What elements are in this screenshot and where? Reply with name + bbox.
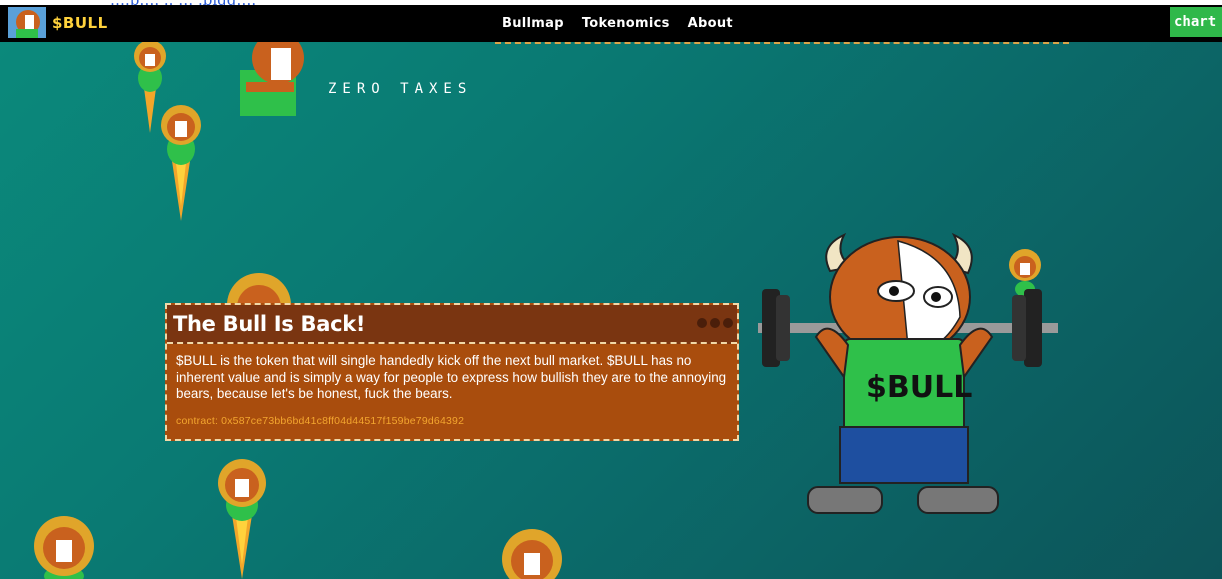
card-header: The Bull Is Back! [167, 305, 737, 344]
nav-link-bullmap[interactable]: Bullmap [502, 16, 564, 31]
rocket-bull-icon [218, 459, 266, 579]
dot-icon [710, 318, 720, 328]
page-background: $BULL ZERO TAXES $BULL Bullmap Tokenomic… [0, 5, 1222, 579]
logo-text: $BULL [52, 13, 108, 32]
chart-button[interactable]: chart [1170, 7, 1222, 37]
bull-weightlifter-illustration: $BULL [758, 232, 1058, 514]
bull-shirt-text: $BULL [866, 370, 972, 405]
info-card: The Bull Is Back! $BULL is the token tha… [165, 303, 739, 441]
bull-logo-icon [8, 7, 46, 38]
rocket-bull-icon [161, 105, 201, 221]
nav-links: Bullmap Tokenomics About [502, 16, 733, 31]
nav-link-tokenomics[interactable]: Tokenomics [582, 16, 670, 31]
window-dots [697, 318, 733, 328]
dot-icon [723, 318, 733, 328]
nav-link-about[interactable]: About [688, 16, 733, 31]
card-description: $BULL is the token that will single hand… [176, 353, 727, 401]
dot-icon [697, 318, 707, 328]
rocket-bull-icon [34, 516, 94, 579]
zero-taxes-label: ZERO TAXES [328, 81, 473, 97]
card-body: $BULL is the token that will single hand… [167, 344, 737, 429]
rocket-bull-icon [502, 529, 562, 579]
bull-character-icon [240, 32, 304, 116]
card-title: The Bull Is Back! [173, 312, 366, 336]
top-navbar: $BULL Bullmap Tokenomics About chart [0, 5, 1222, 42]
site-logo[interactable]: $BULL [8, 7, 108, 38]
contract-address[interactable]: contract: 0x587ce73bb6bd41c8ff04d44517f1… [176, 413, 728, 430]
